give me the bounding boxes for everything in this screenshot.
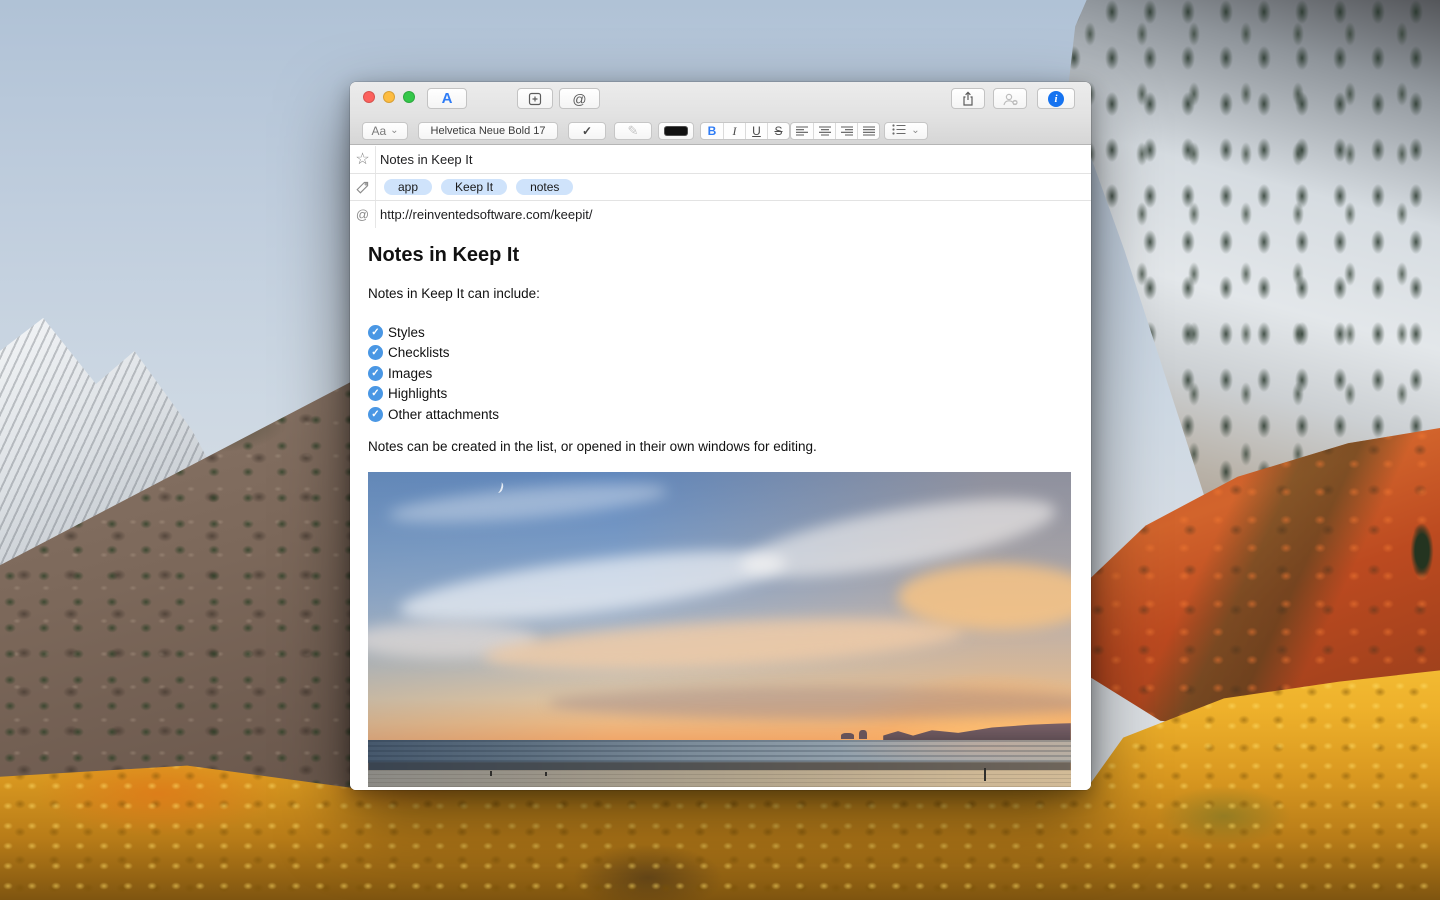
style-menu-label: Aa [371, 124, 386, 138]
favorite-star-icon[interactable]: ☆ [350, 146, 376, 173]
checklist-item: ✓ Styles [368, 322, 1071, 343]
align-left-button[interactable] [791, 123, 813, 139]
wallpaper-conifer-right [1408, 512, 1436, 590]
add-person-button[interactable] [993, 88, 1027, 109]
photo-islet [859, 730, 867, 739]
checklist-checkbox[interactable]: ✓ [368, 345, 383, 360]
text-color-well[interactable] [658, 122, 694, 140]
photo-figure [545, 772, 547, 776]
checklist-label: Images [388, 366, 432, 381]
app-window: A @ i [350, 82, 1091, 790]
strikethrough-button[interactable]: S [767, 123, 789, 139]
title-row: ☆ Notes in Keep It [350, 146, 1091, 174]
add-person-icon [1002, 92, 1019, 106]
font-name-field[interactable]: Helvetica Neue Bold 17 [418, 122, 558, 140]
share-icon [961, 91, 975, 106]
title-field[interactable]: Notes in Keep It [376, 152, 473, 167]
tag-icon [350, 174, 376, 200]
checklist-button[interactable]: ✓ [568, 122, 606, 140]
photo-islet [841, 733, 854, 739]
info-icon: i [1048, 91, 1064, 107]
align-right-button[interactable] [835, 123, 857, 139]
at-symbol-icon: @ [572, 91, 586, 107]
align-center-button[interactable] [813, 123, 835, 139]
link-button[interactable]: @ [559, 88, 600, 109]
note-photo-attachment[interactable] [368, 472, 1071, 787]
checklist-item: ✓ Other attachments [368, 404, 1071, 425]
close-button[interactable] [363, 91, 375, 103]
format-toggle-button[interactable]: A [427, 88, 467, 109]
checklist-item: ✓ Images [368, 363, 1071, 384]
italic-button[interactable]: I [723, 123, 745, 139]
url-field[interactable]: http://reinventedsoftware.com/keepit/ [376, 207, 592, 222]
checklist-checkbox[interactable]: ✓ [368, 366, 383, 381]
note-heading: Notes in Keep It [368, 243, 1071, 267]
photo-beach [368, 770, 1071, 787]
zoom-button[interactable] [403, 91, 415, 103]
text-style-segment: B I U S [700, 122, 790, 140]
url-row: @ http://reinventedsoftware.com/keepit/ [350, 201, 1091, 229]
format-toggle-label: A [442, 90, 453, 107]
info-button[interactable]: i [1037, 88, 1075, 109]
highlight-button[interactable]: ✎ [614, 122, 652, 140]
photo-sea [368, 740, 1071, 763]
metadata-fields: ☆ Notes in Keep It app Keep It notes @ h… [350, 146, 1091, 229]
desktop-wallpaper: A @ i [0, 0, 1440, 900]
photo-figure [490, 771, 492, 776]
highlighter-icon: ✎ [628, 123, 639, 139]
checklist-label: Checklists [388, 345, 450, 360]
chevron-down-icon: ⌄ [390, 128, 398, 134]
at-icon: @ [350, 201, 376, 228]
color-swatch [664, 126, 688, 136]
checklist-item: ✓ Highlights [368, 384, 1071, 405]
checklist-checkbox[interactable]: ✓ [368, 386, 383, 401]
checklist-label: Other attachments [388, 407, 499, 422]
tag-pill[interactable]: app [384, 179, 432, 195]
window-titlebar[interactable]: A @ i [350, 82, 1091, 145]
checklist-label: Styles [388, 325, 425, 340]
font-name-label: Helvetica Neue Bold 17 [431, 125, 546, 137]
tag-pill[interactable]: Keep It [441, 179, 507, 195]
photo-post [984, 768, 986, 781]
plus-box-icon [528, 92, 542, 106]
tags-field[interactable]: app Keep It notes [376, 179, 573, 195]
checklist-item: ✓ Checklists [368, 343, 1071, 364]
checklist-checkbox[interactable]: ✓ [368, 407, 383, 422]
checklist-checkbox[interactable]: ✓ [368, 325, 383, 340]
format-bar: Aa ⌄ Helvetica Neue Bold 17 ✓ ✎ B I [350, 119, 1091, 145]
checklist-label: Highlights [388, 386, 447, 401]
traffic-lights [363, 91, 415, 103]
checkmark-icon: ✓ [582, 124, 592, 138]
note-intro: Notes in Keep It can include: [368, 285, 1071, 303]
share-button[interactable] [951, 88, 985, 109]
minimize-button[interactable] [383, 91, 395, 103]
list-style-button[interactable]: ⌄ [884, 122, 928, 140]
note-checklist: ✓ Styles ✓ Checklists ✓ Images ✓ Highlig… [368, 322, 1071, 425]
alignment-segment [790, 122, 880, 140]
bold-button[interactable]: B [701, 123, 723, 139]
tag-pill[interactable]: notes [516, 179, 573, 195]
add-checkbox-button[interactable] [517, 88, 553, 109]
chevron-down-icon: ⌄ [911, 128, 919, 134]
note-paragraph: Notes can be created in the list, or ope… [368, 438, 1071, 456]
tags-row: app Keep It notes [350, 174, 1091, 201]
underline-button[interactable]: U [745, 123, 767, 139]
bullet-list-icon [892, 124, 906, 138]
style-menu-button[interactable]: Aa ⌄ [362, 122, 408, 140]
align-justify-button[interactable] [857, 123, 879, 139]
